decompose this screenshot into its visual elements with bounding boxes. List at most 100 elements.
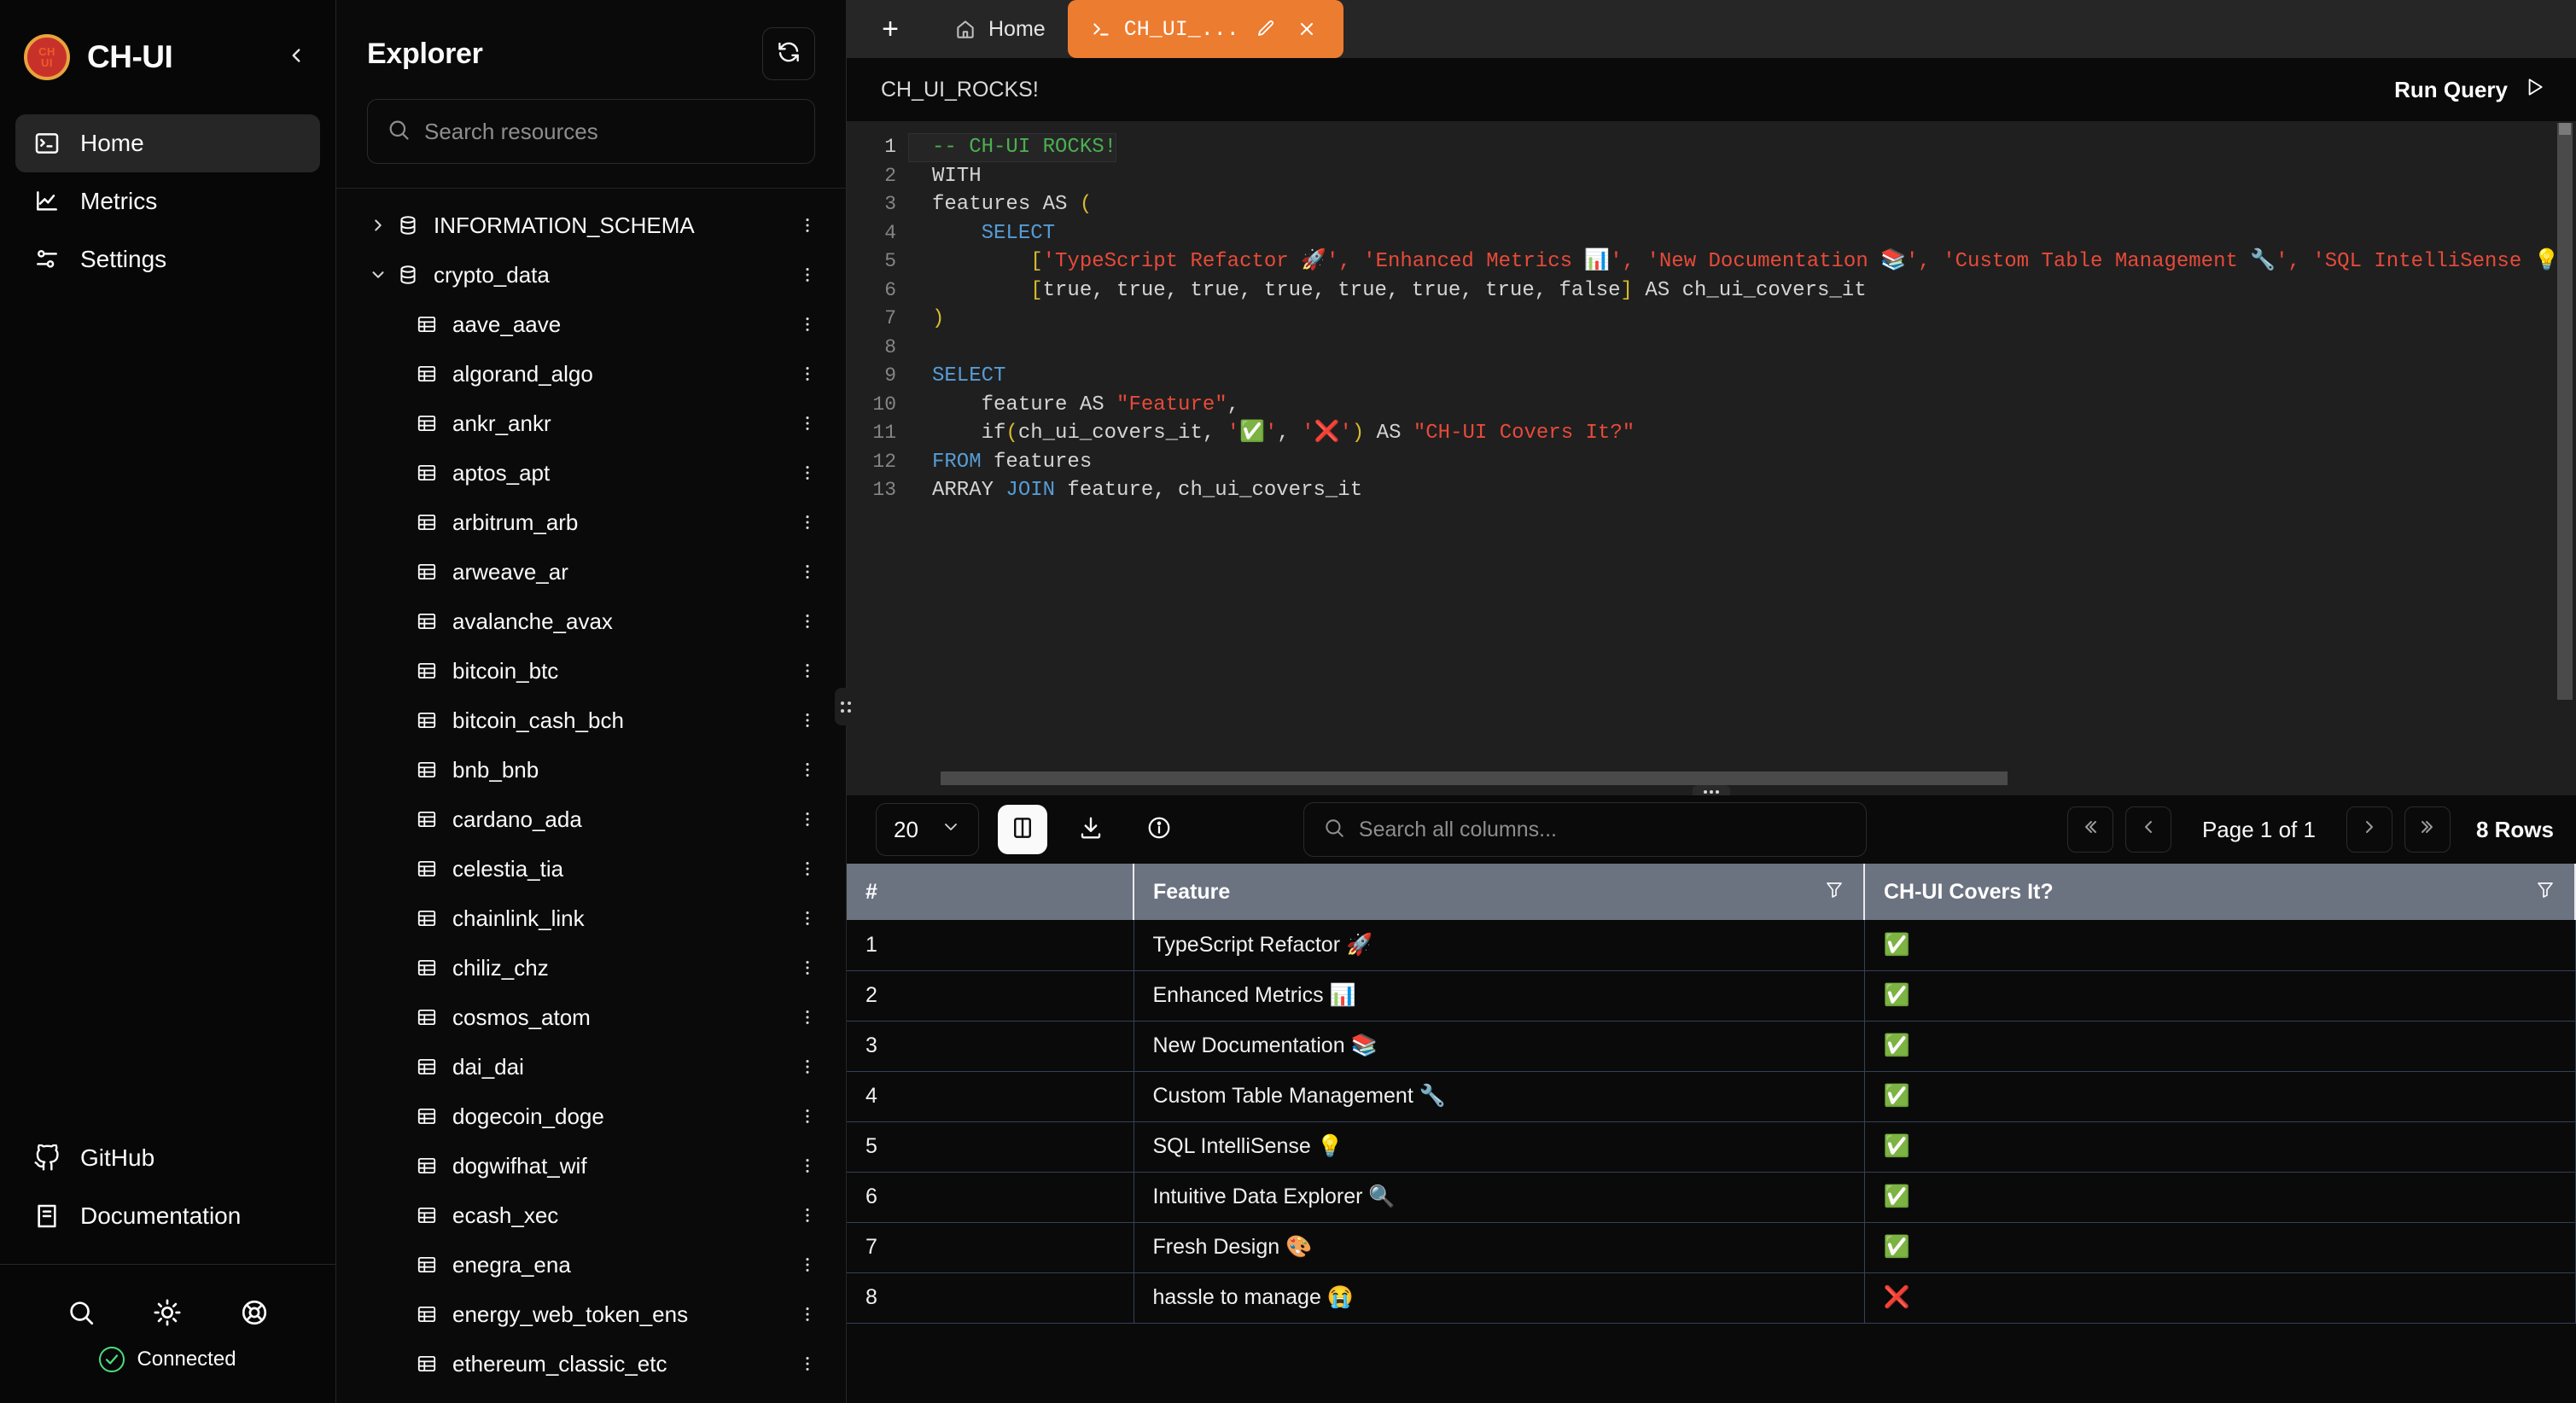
table-row[interactable]: 2 Enhanced Metrics 📊 ✅	[847, 970, 2576, 1022]
column-header-covers[interactable]: CH-UI Covers It?	[1864, 864, 2576, 920]
line-text[interactable]: if(ch_ui_covers_it, '✅', '❌') AS "CH-UI …	[908, 419, 1635, 448]
tree-table-celestia-tia[interactable]: celestia_tia	[336, 844, 846, 894]
prev-page-button[interactable]	[2124, 806, 2171, 853]
sql-editor-viewport[interactable]: 1 -- CH-UI ROCKS! 2 WITH 3 features AS (4 SEL…	[847, 121, 2557, 773]
sidebar-item-settings[interactable]: Settings	[15, 230, 320, 288]
more-vertical-icon[interactable]	[793, 760, 822, 779]
results-grid-scroll[interactable]: # Feature CH-UI Covers It? 1 TypeScript …	[847, 864, 2576, 1403]
more-vertical-icon[interactable]	[793, 315, 822, 334]
more-vertical-icon[interactable]	[793, 810, 822, 829]
more-vertical-icon[interactable]	[793, 661, 822, 680]
line-text[interactable]: )	[908, 305, 944, 334]
more-vertical-icon[interactable]	[793, 909, 822, 928]
tree-table-dogwifhat-wif[interactable]: dogwifhat_wif	[336, 1141, 846, 1191]
tree-table-arbitrum-arb[interactable]: arbitrum_arb	[336, 498, 846, 547]
more-vertical-icon[interactable]	[793, 958, 822, 977]
tree-table-avalanche-avax[interactable]: avalanche_avax	[336, 597, 846, 646]
more-vertical-icon[interactable]	[793, 1107, 822, 1126]
next-page-button[interactable]	[2346, 806, 2392, 853]
filter-icon[interactable]	[2535, 879, 2556, 905]
sql-code[interactable]: 1 -- CH-UI ROCKS! 2 WITH 3 features AS (4 SEL…	[847, 121, 2557, 505]
results-search-input[interactable]	[1358, 817, 1847, 842]
more-vertical-icon[interactable]	[793, 463, 822, 482]
column-header-index[interactable]: #	[847, 864, 1134, 920]
line-text[interactable]: WITH	[908, 162, 982, 191]
tree-table-algorand-algo[interactable]: algorand_algo	[336, 349, 846, 399]
more-vertical-icon[interactable]	[793, 612, 822, 631]
tree-table-cardano-ada[interactable]: cardano_ada	[336, 795, 846, 844]
sql-editor[interactable]: 1 -- CH-UI ROCKS! 2 WITH 3 features AS (4 SEL…	[847, 121, 2576, 795]
tree-table-enegra-ena[interactable]: enegra_ena	[336, 1240, 846, 1289]
more-vertical-icon[interactable]	[793, 1057, 822, 1076]
page-size-select[interactable]: 20	[876, 803, 979, 856]
tree-table-ankr-ankr[interactable]: ankr_ankr	[336, 399, 846, 448]
chevron-right-icon[interactable]	[365, 216, 391, 235]
tree-table-bnb-bnb[interactable]: bnb_bnb	[336, 745, 846, 795]
last-page-button[interactable]	[2404, 806, 2451, 853]
tree-table-dogecoin-doge[interactable]: dogecoin_doge	[336, 1092, 846, 1141]
table-row[interactable]: 7 Fresh Design 🎨 ✅	[847, 1222, 2576, 1273]
line-text[interactable]: -- CH-UI ROCKS!	[908, 133, 1117, 162]
toggle-columns-button[interactable]	[997, 805, 1047, 854]
more-vertical-icon[interactable]	[793, 1008, 822, 1027]
explorer-refresh-button[interactable]	[762, 27, 815, 80]
explorer-search[interactable]	[367, 99, 815, 164]
search-input[interactable]	[424, 118, 796, 145]
pencil-icon[interactable]	[1251, 15, 1280, 44]
close-icon[interactable]	[1292, 15, 1321, 44]
more-vertical-icon[interactable]	[793, 1206, 822, 1225]
table-row[interactable]: 6 Intuitive Data Explorer 🔍 ✅	[847, 1172, 2576, 1223]
line-text[interactable]: ARRAY JOIN feature, ch_ui_covers_it	[908, 476, 1362, 505]
line-text[interactable]: features AS (	[908, 190, 1092, 219]
tree-db-information-schema[interactable]: INFORMATION_SCHEMA	[336, 201, 846, 250]
line-text[interactable]: SELECT	[908, 362, 1005, 391]
more-vertical-icon[interactable]	[793, 1354, 822, 1373]
run-query-button[interactable]: Run Query	[2386, 71, 2554, 109]
line-text[interactable]: feature AS "Feature",	[908, 391, 1239, 420]
line-text[interactable]: SELECT	[908, 219, 1055, 248]
more-vertical-icon[interactable]	[793, 216, 822, 235]
theme-toggle-button[interactable]	[147, 1294, 188, 1335]
new-tab-button[interactable]: +	[871, 9, 910, 49]
tree-table-chiliz-chz[interactable]: chiliz_chz	[336, 943, 846, 993]
chevron-down-icon[interactable]	[365, 265, 391, 284]
editor-results-splitter[interactable]	[1693, 785, 1730, 795]
table-row[interactable]: 1 TypeScript Refactor 🚀 ✅	[847, 920, 2576, 971]
more-vertical-icon[interactable]	[793, 513, 822, 532]
more-vertical-icon[interactable]	[793, 562, 822, 581]
more-vertical-icon[interactable]	[793, 414, 822, 433]
sidebar-collapse-button[interactable]	[281, 42, 312, 73]
tree-table-arweave-ar[interactable]: arweave_ar	[336, 547, 846, 597]
table-row[interactable]: 3 New Documentation 📚 ✅	[847, 1021, 2576, 1072]
tree-table-ecash-xec[interactable]: ecash_xec	[336, 1191, 846, 1240]
tree-table-ethereum-classic-etc[interactable]: ethereum_classic_etc	[336, 1339, 846, 1388]
tree-table-bitcoin-btc[interactable]: bitcoin_btc	[336, 646, 846, 696]
tab-home[interactable]: Home	[932, 0, 1068, 58]
explorer-resize-handle[interactable]	[835, 688, 857, 725]
more-vertical-icon[interactable]	[793, 265, 822, 284]
tree-table-dai-dai[interactable]: dai_dai	[336, 1042, 846, 1092]
tree-table-aptos-apt[interactable]: aptos_apt	[336, 448, 846, 498]
table-row[interactable]: 4 Custom Table Management 🔧 ✅	[847, 1071, 2576, 1122]
table-row[interactable]: 8 hassle to manage 😭 ❌	[847, 1272, 2576, 1324]
more-vertical-icon[interactable]	[793, 1305, 822, 1324]
line-text[interactable]: FROM features	[908, 448, 1092, 477]
editor-vertical-scrollbar[interactable]	[2557, 123, 2573, 700]
tree-table-energy-web-token-ens[interactable]: energy_web_token_ens	[336, 1289, 846, 1339]
sidebar-item-metrics[interactable]: Metrics	[15, 172, 320, 230]
more-vertical-icon[interactable]	[793, 364, 822, 383]
sidebar-item-github[interactable]: GitHub	[15, 1129, 320, 1187]
tree-table-cosmos-atom[interactable]: cosmos_atom	[336, 993, 846, 1042]
tree-db-crypto-data[interactable]: crypto_data	[336, 250, 846, 300]
sidebar-item-home[interactable]: Home	[15, 114, 320, 172]
download-button[interactable]	[1066, 805, 1116, 854]
sidebar-search-button[interactable]	[61, 1294, 102, 1335]
tree-table-aave-aave[interactable]: aave_aave	[336, 300, 846, 349]
results-search[interactable]	[1303, 802, 1867, 857]
line-text[interactable]	[908, 334, 932, 363]
filter-icon[interactable]	[1824, 879, 1845, 905]
more-vertical-icon[interactable]	[793, 1255, 822, 1274]
line-text[interactable]: ['TypeScript Refactor 🚀', 'Enhanced Metr…	[908, 247, 2557, 277]
more-vertical-icon[interactable]	[793, 1156, 822, 1175]
first-page-button[interactable]	[2066, 806, 2113, 853]
